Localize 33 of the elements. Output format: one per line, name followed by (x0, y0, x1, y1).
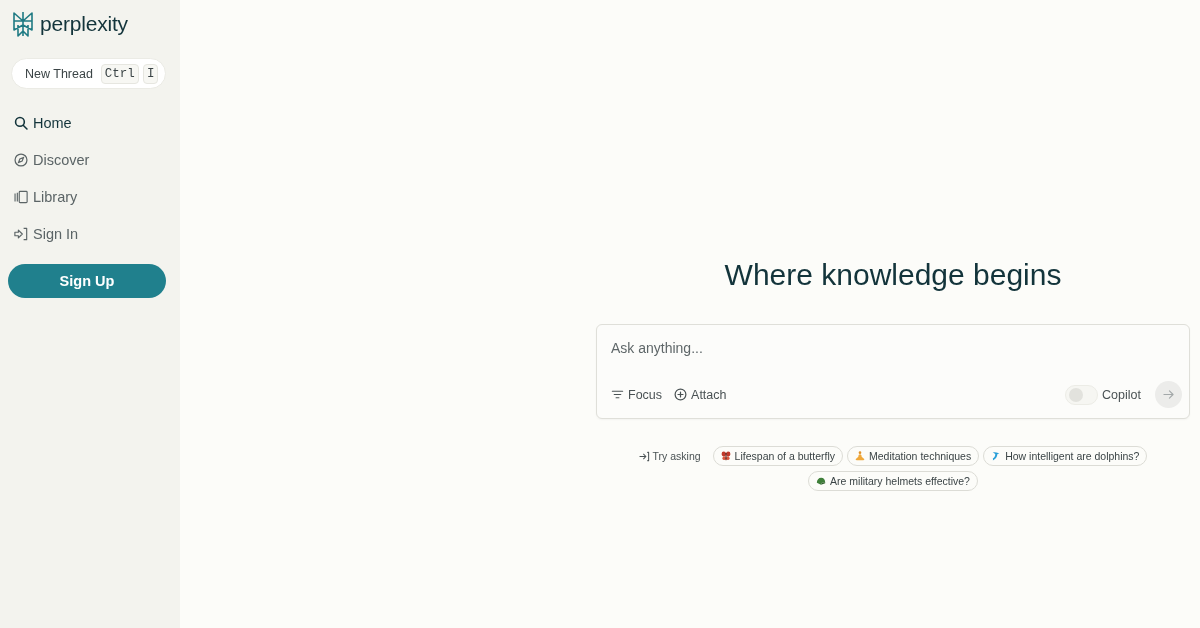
arrow-into-bracket-icon (638, 450, 650, 462)
suggestion-chip[interactable]: Meditation techniques (847, 446, 980, 466)
arrow-right-icon (1163, 389, 1174, 400)
sign-up-button[interactable]: Sign Up (8, 264, 166, 298)
suggestion-chip[interactable]: Are military helmets effective? (808, 471, 978, 491)
nav-link[interactable]: Library (8, 185, 166, 209)
filter-icon (611, 388, 624, 401)
butterfly-icon (720, 451, 731, 461)
toolbar-button[interactable]: Attach (674, 387, 727, 402)
nav-link[interactable]: Discover (8, 148, 166, 172)
compass-icon (14, 153, 28, 167)
search-icon (14, 116, 28, 130)
keyboard-key: Ctrl (100, 63, 139, 84)
page-heading: Where knowledge begins (723, 257, 1063, 293)
helmet-icon (816, 476, 827, 486)
dolphin-icon (991, 451, 1002, 461)
plus-circle-icon (674, 388, 688, 401)
new-thread-button[interactable]: New Thread Ctrl I (11, 58, 166, 89)
logo-icon (11, 11, 35, 37)
suggestion-chip[interactable]: Lifespan of a butterfly (712, 446, 843, 466)
sign-in-icon (14, 227, 28, 241)
question-field[interactable]: Ask anything... (611, 337, 911, 359)
toolbar-button[interactable]: Focus (611, 387, 663, 402)
keyboard-key: I (142, 63, 159, 84)
try-asking-label: Try asking (652, 450, 701, 462)
nav-link[interactable]: Sign In (8, 222, 166, 246)
nav-link[interactable]: Home (8, 111, 166, 135)
copilot-toggle[interactable] (1065, 384, 1099, 405)
suggestion-chip[interactable]: How intelligent are dolphins? (983, 446, 1148, 466)
copilot-label: Copilot (1102, 387, 1141, 402)
logo-text: perplexity (40, 12, 128, 36)
library-icon (14, 190, 28, 204)
meditating-figure-icon (855, 451, 865, 461)
